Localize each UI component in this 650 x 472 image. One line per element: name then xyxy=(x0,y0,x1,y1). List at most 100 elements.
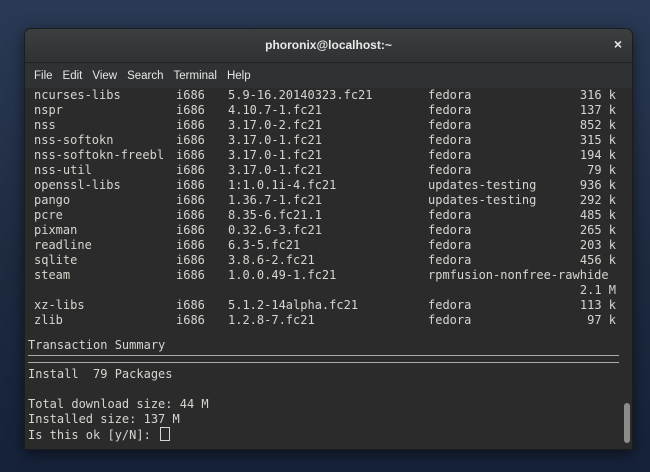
package-repo: fedora xyxy=(428,118,472,132)
package-arch: i686 xyxy=(176,88,205,102)
package-repo: fedora xyxy=(428,313,472,327)
package-row: xz-libs i686 5.1.2-14alpha.fc21 fedora 1… xyxy=(28,298,616,313)
package-name: ncurses-libs xyxy=(34,88,121,102)
menu-file[interactable]: File xyxy=(29,70,58,82)
package-version: 6.3-5.fc21 xyxy=(228,238,301,252)
text-cursor[interactable] xyxy=(160,427,171,441)
package-row: steam i686 1.0.0.49-1.fc21 rpmfusion-non… xyxy=(28,268,616,283)
package-size: 265 k xyxy=(579,223,616,237)
package-version: 3.8.6-2.fc21 xyxy=(228,253,315,267)
package-name: nss-util xyxy=(34,163,92,177)
package-name: steam xyxy=(34,268,71,282)
package-arch: i686 xyxy=(176,238,205,252)
package-arch: i686 xyxy=(176,163,205,177)
package-version: 8.35-6.fc21.1 xyxy=(228,208,322,222)
package-version: 3.17.0-1.fc21 xyxy=(228,163,322,177)
package-row: openssl-libs i686 1:1.0.1i-4.fc21 update… xyxy=(28,178,616,193)
package-arch: i686 xyxy=(176,253,205,267)
package-repo: fedora xyxy=(428,103,472,117)
package-arch: i686 xyxy=(176,268,205,282)
package-version: 5.9-16.20140323.fc21 xyxy=(228,88,373,102)
package-arch: i686 xyxy=(176,298,205,312)
package-repo: fedora xyxy=(428,298,472,312)
package-row: zlib i686 1.2.8-7.fc21 fedora 97 k xyxy=(28,313,616,328)
package-version: 3.17.0-2.fc21 xyxy=(228,118,322,132)
package-name: readline xyxy=(34,238,92,252)
summary-separator xyxy=(28,355,619,363)
package-arch: i686 xyxy=(176,103,205,117)
package-repo: fedora xyxy=(428,133,472,147)
package-version: 4.10.7-1.fc21 xyxy=(228,103,322,117)
title-bar[interactable]: phoronix@localhost:~ × xyxy=(25,29,632,63)
menu-search[interactable]: Search xyxy=(122,70,168,82)
package-arch: i686 xyxy=(176,313,205,327)
package-version: 3.17.0-1.fc21 xyxy=(228,148,322,162)
package-row: sqlite i686 3.8.6-2.fc21 fedora 456 k xyxy=(28,253,616,268)
package-name: pango xyxy=(34,193,71,207)
package-row: ncurses-libs i686 5.9-16.20140323.fc21 f… xyxy=(28,88,616,103)
package-arch: i686 xyxy=(176,133,205,147)
package-row: nss-softokn-freebl i686 3.17.0-1.fc21 fe… xyxy=(28,148,616,163)
package-repo: fedora xyxy=(428,163,472,177)
package-size: 113 k xyxy=(579,298,616,312)
package-row: pixman i686 0.32.6-3.fc21 fedora 265 k xyxy=(28,223,616,238)
menu-terminal[interactable]: Terminal xyxy=(169,70,222,82)
installed-size: Installed size: 137 M xyxy=(28,412,180,426)
package-row: nss-softokn i686 3.17.0-1.fc21 fedora 31… xyxy=(28,133,616,148)
scrollbar[interactable] xyxy=(622,88,632,449)
menu-edit[interactable]: Edit xyxy=(58,70,88,82)
package-size: 2.1 M xyxy=(579,283,616,297)
terminal-window: phoronix@localhost:~ × File Edit View Se… xyxy=(25,29,632,449)
package-arch: i686 xyxy=(176,178,205,192)
install-count: Install 79 Packages xyxy=(28,367,173,381)
package-size: 456 k xyxy=(579,253,616,267)
package-repo: fedora xyxy=(428,253,472,267)
package-repo: updates-testing xyxy=(428,193,537,207)
package-version: 1.2.8-7.fc21 xyxy=(228,313,315,327)
package-version: 5.1.2-14alpha.fc21 xyxy=(228,298,359,312)
package-version: 1:1.0.1i-4.fc21 xyxy=(228,178,337,192)
prompt-line: Is this ok [y/N]: xyxy=(28,427,171,442)
package-repo: fedora xyxy=(428,208,472,222)
package-arch: i686 xyxy=(176,208,205,222)
package-repo: fedora xyxy=(428,223,472,237)
package-repo: fedora xyxy=(428,238,472,252)
package-size: 292 k xyxy=(579,193,616,207)
package-repo: fedora xyxy=(428,88,472,102)
package-name: openssl-libs xyxy=(34,178,121,192)
menu-bar: File Edit View Search Terminal Help xyxy=(25,63,632,89)
package-name: zlib xyxy=(34,313,63,327)
package-repo: updates-testing xyxy=(428,178,537,192)
package-row: readline i686 6.3-5.fc21 fedora 203 k xyxy=(28,238,616,253)
scrollbar-thumb[interactable] xyxy=(624,403,630,443)
package-arch: i686 xyxy=(176,223,205,237)
package-version: 1.0.0.49-1.fc21 xyxy=(228,268,337,282)
summary-heading: Transaction Summary xyxy=(28,338,166,352)
package-name: pixman xyxy=(34,223,78,237)
package-version: 1.36.7-1.fc21 xyxy=(228,193,322,207)
package-arch: i686 xyxy=(176,193,205,207)
package-size: 936 k xyxy=(579,178,616,192)
package-size: 485 k xyxy=(579,208,616,222)
package-name: nss xyxy=(34,118,56,132)
package-size: 315 k xyxy=(579,133,616,147)
package-name: nspr xyxy=(34,103,63,117)
package-row: pcre i686 8.35-6.fc21.1 fedora 485 k xyxy=(28,208,616,223)
package-name: pcre xyxy=(34,208,63,222)
terminal-output[interactable]: ncurses-libs i686 5.9-16.20140323.fc21 f… xyxy=(25,88,622,449)
menu-view[interactable]: View xyxy=(87,70,122,82)
package-row: nss i686 3.17.0-2.fc21 fedora 852 k xyxy=(28,118,616,133)
package-repo: fedora xyxy=(428,148,472,162)
menu-help[interactable]: Help xyxy=(222,70,256,82)
package-size: 97 k xyxy=(587,313,616,327)
package-name: xz-libs xyxy=(34,298,85,312)
package-name: nss-softokn xyxy=(34,133,114,147)
package-name: sqlite xyxy=(34,253,78,267)
package-row: nss-util i686 3.17.0-1.fc21 fedora 79 k xyxy=(28,163,616,178)
package-row: pango i686 1.36.7-1.fc21 updates-testing… xyxy=(28,193,616,208)
package-row: nspr i686 4.10.7-1.fc21 fedora 137 k xyxy=(28,103,616,118)
package-row: 2.1 M xyxy=(28,283,616,298)
package-version: 0.32.6-3.fc21 xyxy=(228,223,322,237)
package-size: 137 k xyxy=(579,103,616,117)
close-icon[interactable]: × xyxy=(614,36,622,52)
